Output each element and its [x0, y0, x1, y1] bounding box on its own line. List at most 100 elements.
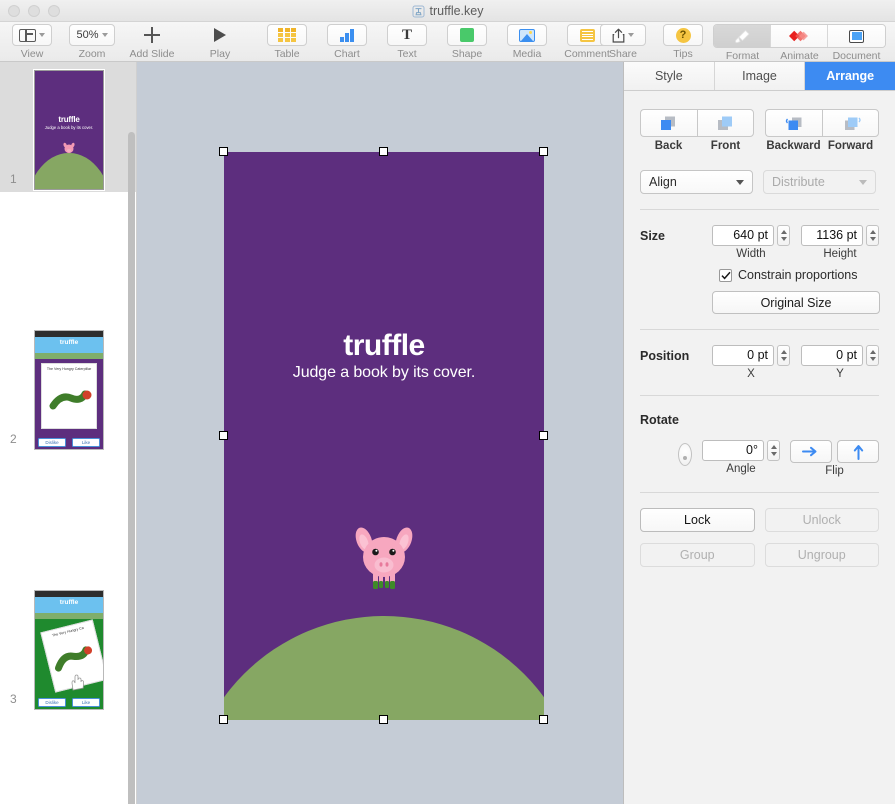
rotate-dial[interactable]: [678, 443, 692, 466]
selection-handle-bottom-left[interactable]: [219, 715, 228, 724]
angle-group: 0° Angle: [702, 440, 780, 475]
thumbnail-canvas-2: truffle The Very Hungry Caterpillar Disl…: [34, 330, 104, 450]
view-button[interactable]: View: [2, 22, 62, 60]
thumb-dislike-button-3: Dislike: [38, 697, 66, 707]
rotate-section: Rotate 0° Angle Flip: [640, 411, 879, 477]
align-distribute-row: Align Distribute: [640, 170, 879, 194]
angle-stepper[interactable]: [767, 440, 780, 461]
bring-to-front[interactable]: Front: [697, 109, 754, 152]
flip-horizontal-button[interactable]: [790, 440, 832, 463]
slide-title: truffle: [343, 329, 425, 362]
position-y-stepper[interactable]: [866, 345, 879, 366]
table-button[interactable]: Table: [257, 22, 317, 60]
constrain-proportions-row[interactable]: Constrain proportions: [640, 268, 879, 282]
front-label: Front: [710, 140, 741, 152]
position-x-stepper[interactable]: [777, 345, 790, 366]
slide-subtitle: Judge a book by its cover.: [292, 364, 476, 381]
chart-button[interactable]: Chart: [317, 22, 377, 60]
format-toggle-button[interactable]: [714, 25, 771, 47]
height-input[interactable]: 1136 pt: [801, 225, 863, 246]
position-label: Position: [640, 349, 690, 363]
send-backward-icon: [784, 115, 804, 131]
send-to-back[interactable]: Back: [640, 109, 697, 152]
toolbar-insert-group: Table Chart T Text Shape Media Comment: [257, 22, 617, 62]
group-label: Group: [679, 548, 715, 562]
tab-image[interactable]: Image: [714, 62, 806, 90]
share-button[interactable]: Share: [593, 22, 653, 60]
width-input[interactable]: 640 pt: [712, 225, 774, 246]
bring-forward-icon: [841, 115, 861, 131]
navigator-scrollbar[interactable]: [128, 132, 135, 804]
shape-label: Shape: [451, 48, 483, 60]
backward-forward-pair: Backward Forward: [765, 109, 879, 152]
align-dropdown[interactable]: Align: [640, 170, 753, 194]
media-button[interactable]: Media: [497, 22, 557, 60]
unlock-button[interactable]: Unlock: [764, 508, 879, 532]
thumb-like-button-2: Like: [72, 437, 100, 447]
text-label: Text: [397, 48, 417, 60]
slide-thumbnail-3[interactable]: 3 truffle The Very Hungry Ca Dislike Lik…: [0, 582, 137, 712]
angle-input[interactable]: 0°: [702, 440, 764, 461]
thumbnail-canvas-3: truffle The Very Hungry Ca Dislike Like: [34, 590, 104, 710]
ungroup-button[interactable]: Ungroup: [764, 543, 879, 567]
slide-content[interactable]: truffle Judge a book by its cover.: [224, 152, 544, 720]
divider-3: [640, 395, 879, 396]
selection-handle-top-right[interactable]: [539, 147, 548, 156]
flip-vertical-icon: [853, 444, 863, 460]
play-button[interactable]: Play: [190, 22, 250, 60]
position-x-input[interactable]: 0 pt: [712, 345, 774, 366]
play-label: Play: [209, 48, 231, 60]
red-diamonds-icon: [788, 29, 809, 43]
back-label: Back: [654, 140, 683, 152]
view-layout-icon: [19, 28, 36, 42]
bring-forward[interactable]: Forward: [822, 109, 879, 152]
position-y-sublabel: Y: [836, 368, 844, 380]
flip-horizontal-icon: [802, 446, 817, 457]
slide-navigator[interactable]: 1 truffle Judge a book by its cover. 2 t…: [0, 62, 137, 804]
thumb-like-button-3: Like: [72, 697, 100, 707]
tab-style[interactable]: Style: [624, 62, 715, 90]
lock-button[interactable]: Lock: [640, 508, 755, 532]
shape-button[interactable]: Shape: [437, 22, 497, 60]
animate-toggle-button[interactable]: [771, 25, 828, 47]
zoom-button[interactable]: 50% Zoom: [62, 22, 122, 60]
format-inspector: Style Image Arrange Back Front Backward …: [624, 62, 895, 804]
title-bar: truffle.key: [0, 0, 895, 22]
slide-thumbnail-2[interactable]: 2 truffle The Very Hungry Caterpillar Di…: [0, 322, 137, 452]
slide-canvas-area[interactable]: truffle Judge a book by its cover.: [137, 62, 624, 804]
position-y-input[interactable]: 0 pt: [801, 345, 863, 366]
size-label: Size: [640, 229, 666, 243]
media-label: Media: [512, 48, 542, 60]
document-toggle-button[interactable]: [828, 25, 885, 47]
text-button[interactable]: T Text: [377, 22, 437, 60]
send-to-back-icon: [659, 115, 679, 131]
constrain-proportions-checkbox[interactable]: [719, 268, 732, 282]
inspector-segmented-control: [713, 24, 886, 48]
inspector-tabs: Style Image Arrange: [624, 62, 895, 91]
add-slide-button[interactable]: Add Slide: [122, 22, 182, 60]
share-label: Share: [608, 48, 638, 60]
slide-number-1: 1: [10, 172, 17, 186]
height-stepper[interactable]: [866, 225, 879, 246]
selection-handle-middle-right[interactable]: [539, 431, 548, 440]
tab-arrange[interactable]: Arrange: [805, 62, 895, 90]
shape-square-icon: [460, 28, 474, 42]
table-icon: [278, 28, 296, 42]
send-backward[interactable]: Backward: [765, 109, 822, 152]
distribute-dropdown[interactable]: Distribute: [763, 170, 876, 194]
tips-label: Tips: [673, 48, 693, 60]
flip-vertical-button[interactable]: [837, 440, 879, 463]
selection-handle-bottom-center[interactable]: [379, 715, 388, 724]
selection-handle-top-left[interactable]: [219, 147, 228, 156]
width-stepper[interactable]: [777, 225, 790, 246]
thumb-title-1: truffle: [58, 115, 80, 124]
selection-handle-bottom-right[interactable]: [539, 715, 548, 724]
thumb-nav-title-3: truffle: [59, 599, 79, 606]
slide-thumbnail-1[interactable]: 1 truffle Judge a book by its cover.: [0, 62, 137, 192]
group-button[interactable]: Group: [640, 543, 755, 567]
selection-handle-top-center[interactable]: [379, 147, 388, 156]
toolbar: View 50% Zoom Add Slide Play Table Chart…: [0, 22, 895, 62]
original-size-button[interactable]: Original Size: [712, 291, 880, 314]
selection-handle-middle-left[interactable]: [219, 431, 228, 440]
tips-button[interactable]: ? Tips: [653, 22, 713, 60]
